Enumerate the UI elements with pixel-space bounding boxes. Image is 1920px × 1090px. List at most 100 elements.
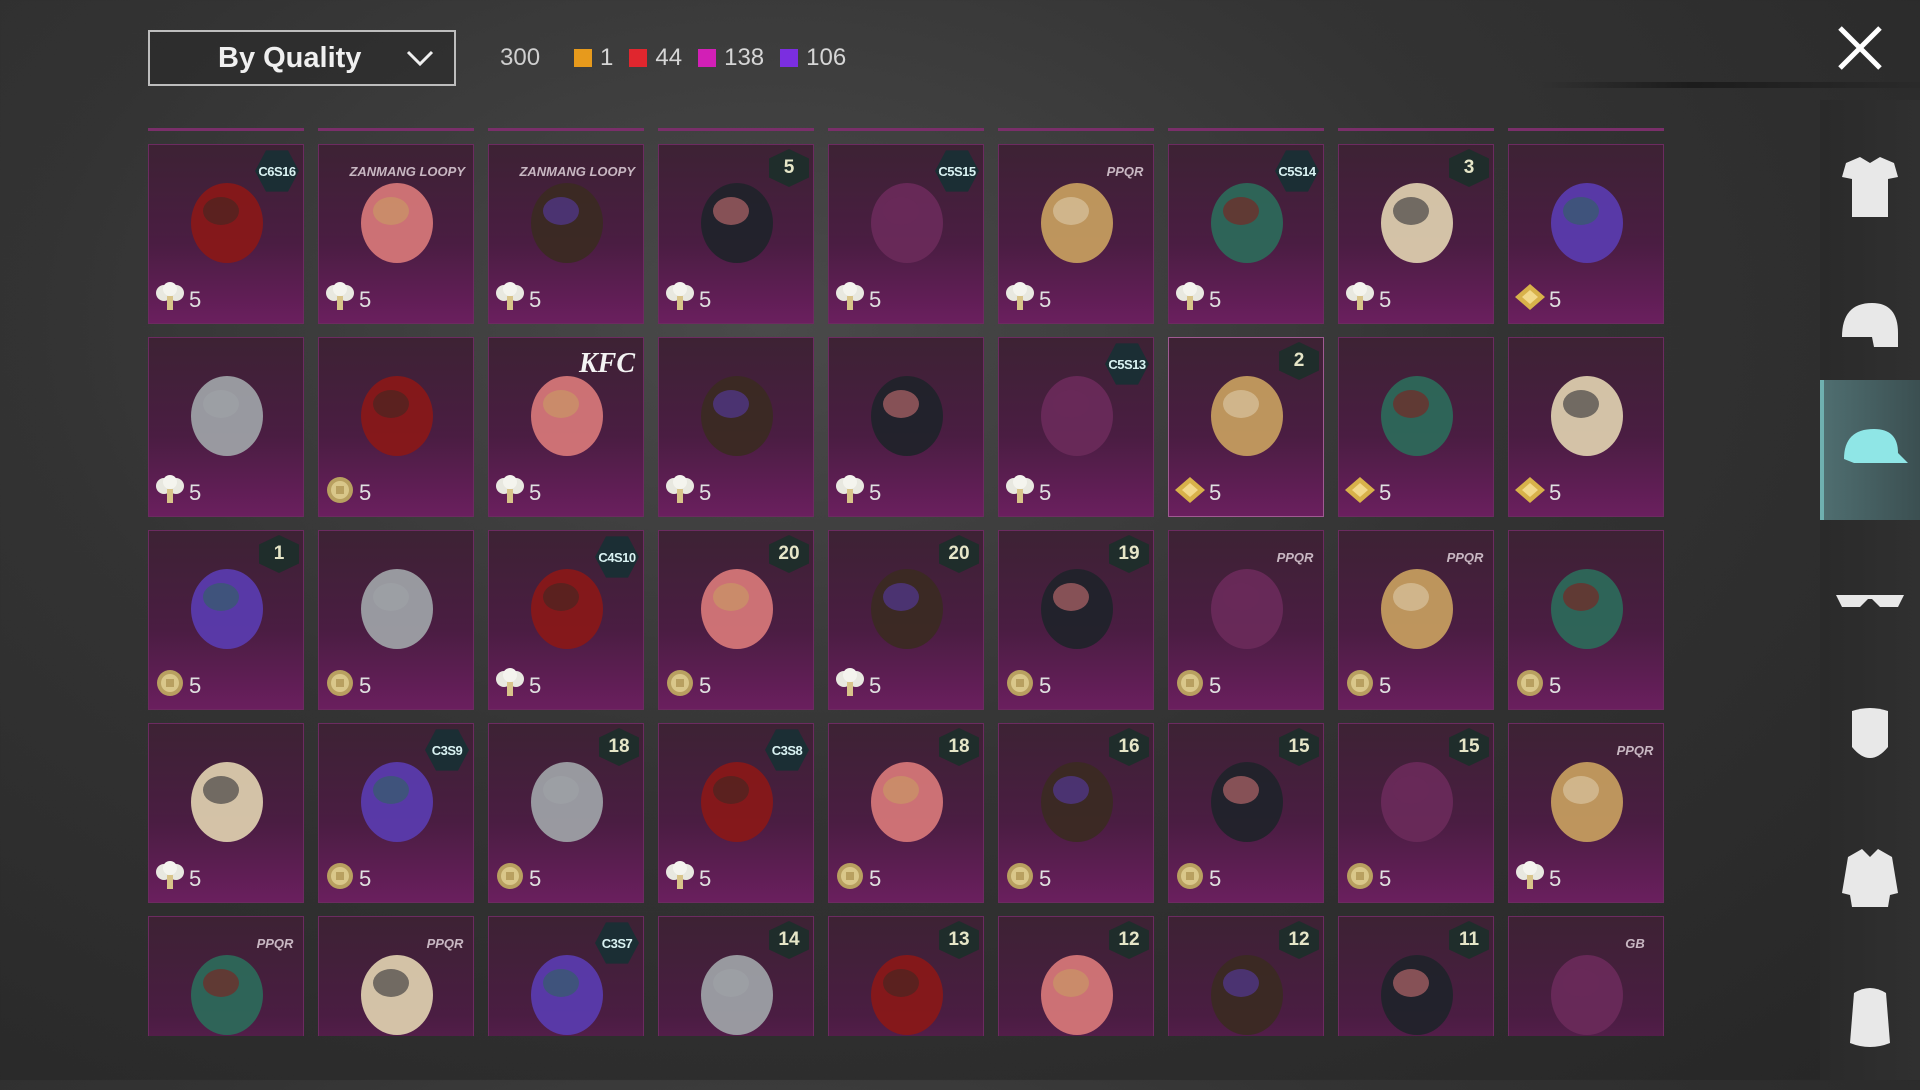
previous-row-edge-segment — [998, 128, 1154, 131]
item-tile[interactable]: 15 5 — [1168, 723, 1324, 903]
sidebar-tab-mask[interactable] — [1820, 670, 1920, 810]
item-tile[interactable]: 11 — [1338, 916, 1494, 1036]
item-tile[interactable]: PPQR — [148, 916, 304, 1036]
cost-value: 5 — [1379, 286, 1392, 312]
item-tile[interactable]: 16 5 — [998, 723, 1154, 903]
item-tile[interactable]: 55 — [658, 144, 814, 324]
item-cost: 5 — [493, 475, 541, 510]
item-tile[interactable]: KFC 5 — [488, 337, 644, 517]
tree-currency-icon — [1343, 282, 1377, 317]
badge-text: C5S14 — [1278, 163, 1316, 179]
badge-text: 3 — [1463, 157, 1475, 178]
item-grid[interactable]: C6S16 5 ZANMANG LOOPY 5 ZANMANG LOOPY 5 5 5 C5S1… — [148, 128, 1668, 1036]
previous-row-edge-segment — [1508, 128, 1664, 131]
cost-value: 5 — [1039, 479, 1052, 505]
item-tile[interactable]: 19 5 — [998, 530, 1154, 710]
badge-text: 12 — [1118, 929, 1140, 950]
item-cost: 5 — [1003, 282, 1051, 317]
cap-icon — [1834, 413, 1910, 488]
item-tile[interactable]: 5 — [1508, 530, 1664, 710]
item-tile[interactable]: C3S9 5 — [318, 723, 474, 903]
sort-dropdown[interactable]: By Quality — [148, 30, 456, 86]
item-tile[interactable]: PPQR 5 — [1168, 530, 1324, 710]
cost-value: 5 — [359, 286, 372, 312]
item-tile[interactable]: PPQR 5 — [1508, 723, 1664, 903]
item-tile[interactable]: C5S13 5 — [998, 337, 1154, 517]
item-tile[interactable]: 15 — [148, 530, 304, 710]
cost-value: 5 — [189, 865, 202, 891]
quality-count-1: 44 — [629, 44, 682, 72]
item-tile[interactable]: 12 — [998, 916, 1154, 1036]
close-icon[interactable] — [1830, 18, 1890, 78]
black-bun-hair-icon — [1027, 551, 1127, 661]
item-tile[interactable]: C5S15 5 — [828, 144, 984, 324]
item-tile[interactable]: 35 — [1338, 144, 1494, 324]
item-cost: 5 — [153, 668, 201, 703]
item-tile[interactable]: 14 — [658, 916, 814, 1036]
previous-row-edge-segment — [318, 128, 474, 131]
potato-mask-icon — [1537, 358, 1637, 468]
gem-currency-icon — [1513, 475, 1547, 510]
peacock-hair-icon — [1027, 744, 1127, 854]
sidebar-tab-glasses[interactable] — [1820, 530, 1920, 670]
item-tile[interactable]: 5 — [318, 530, 474, 710]
item-tile[interactable]: 20 5 — [828, 530, 984, 710]
sidebar-tab-cap[interactable] — [1820, 380, 1920, 520]
item-cost: 5 — [493, 861, 541, 896]
item-tile[interactable]: ZANMANG LOOPY 5 — [318, 144, 474, 324]
gem-currency-icon — [1343, 475, 1377, 510]
item-tile[interactable]: GB — [1508, 916, 1664, 1036]
item-tile[interactable]: C3S7 — [488, 916, 644, 1036]
item-cost: 5 — [1173, 861, 1221, 896]
spiked-helmet-icon — [857, 358, 957, 468]
item-tile[interactable]: 18 5 — [828, 723, 984, 903]
item-cost: 5 — [1173, 475, 1221, 510]
item-tile[interactable]: 15 5 — [1338, 723, 1494, 903]
item-tile[interactable]: C4S10 5 — [488, 530, 644, 710]
cost-value: 5 — [869, 479, 882, 505]
quality-counts: 300 1 44 138 106 — [500, 40, 862, 76]
item-tile[interactable]: 13 — [828, 916, 984, 1036]
item-cost: 5 — [1173, 282, 1221, 317]
black-hair-icon — [857, 744, 957, 854]
item-tile[interactable]: 5 — [148, 723, 304, 903]
item-cost: 5 — [153, 282, 201, 317]
goose-mask-icon — [1367, 358, 1467, 468]
sidebar-tab-backpack[interactable] — [1820, 950, 1920, 1090]
item-tile[interactable]: 5 — [1338, 337, 1494, 517]
cost-value: 5 — [359, 479, 372, 505]
sidebar-tab-helmet[interactable] — [1820, 260, 1920, 400]
bird-mask-icon — [1197, 744, 1297, 854]
item-tile[interactable]: C6S16 5 — [148, 144, 304, 324]
backpack-icon — [1832, 983, 1908, 1058]
item-tile[interactable]: 5 — [148, 337, 304, 517]
item-tile[interactable]: 20 5 — [658, 530, 814, 710]
coin-currency-icon — [323, 668, 357, 703]
sidebar-tab-outfit[interactable] — [1820, 120, 1920, 260]
mask-icon — [1832, 703, 1908, 778]
coin-currency-icon — [1343, 668, 1377, 703]
item-tile[interactable]: PPQR 5 — [1338, 530, 1494, 710]
item-tile[interactable]: ZANMANG LOOPY 5 — [488, 144, 644, 324]
badge-text: C5S15 — [938, 163, 976, 179]
badge-text: PPQR — [1106, 163, 1144, 179]
sidebar-tab-jacket[interactable] — [1820, 810, 1920, 950]
item-tile[interactable]: 5 — [318, 337, 474, 517]
item-tile[interactable]: 12 — [1168, 916, 1324, 1036]
item-tile[interactable]: PPQR 5 — [998, 144, 1154, 324]
item-tile[interactable]: C3S8 5 — [658, 723, 814, 903]
cost-value: 5 — [1209, 865, 1222, 891]
item-tile[interactable]: 5 — [828, 337, 984, 517]
item-tile[interactable]: C5S14 5 — [1168, 144, 1324, 324]
item-tile[interactable]: 25 — [1168, 337, 1324, 517]
cost-value: 5 — [529, 865, 542, 891]
dreadlock-hair-icon — [1367, 744, 1467, 854]
item-tile[interactable]: 5 — [1508, 337, 1664, 517]
item-tile[interactable]: 18 5 — [488, 723, 644, 903]
item-tile[interactable]: 5 — [658, 337, 814, 517]
badge-text: C3S9 — [431, 742, 463, 758]
item-cost: 5 — [833, 475, 881, 510]
item-tile[interactable]: 5 — [1508, 144, 1664, 324]
item-tile[interactable]: PPQR — [318, 916, 474, 1036]
cost-value: 5 — [1039, 286, 1052, 312]
